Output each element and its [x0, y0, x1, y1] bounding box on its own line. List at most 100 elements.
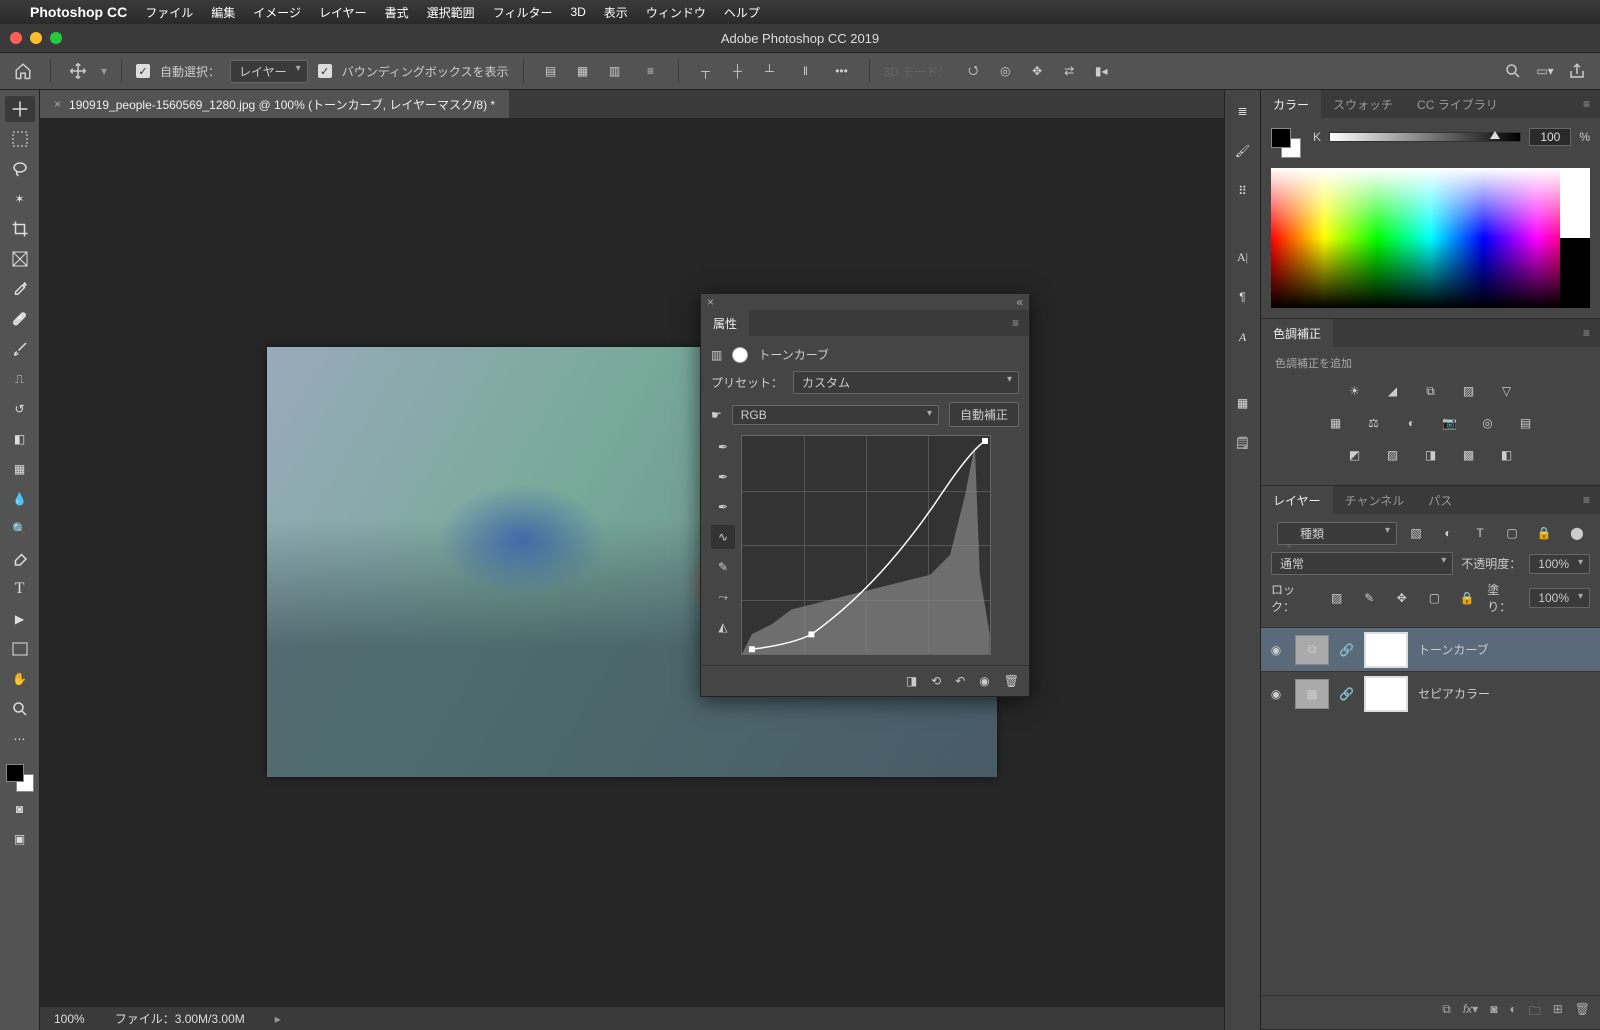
layer-filter-dropdown[interactable]: 種類 [1277, 522, 1397, 545]
lasso-tool[interactable] [5, 156, 35, 182]
eyedropper-tool[interactable] [5, 276, 35, 302]
fg-color[interactable] [1271, 128, 1291, 148]
visibility-icon[interactable]: ◉ [1267, 687, 1285, 701]
target-adjust-icon[interactable]: ☛ [711, 408, 722, 422]
type-tool[interactable]: T [5, 576, 35, 602]
character-panel-icon[interactable]: A [1228, 324, 1258, 350]
filter-smart-icon[interactable]: 🔒 [1531, 520, 1557, 546]
lock-all-icon[interactable]: 🔒 [1455, 585, 1480, 611]
new-group-icon[interactable]: 🗀 [1529, 1002, 1541, 1023]
lock-position-icon[interactable]: ✎ [1357, 585, 1382, 611]
tab-swatches[interactable]: スウォッチ [1321, 90, 1405, 118]
tab-layers[interactable]: レイヤー [1261, 486, 1333, 514]
paragraph-panel-icon[interactable]: ¶ [1228, 284, 1258, 310]
dodge-tool[interactable]: 🔍 [5, 516, 35, 542]
menu-help[interactable]: ヘルプ [724, 4, 760, 21]
selective-color-icon[interactable]: ◧ [1497, 445, 1517, 465]
link-icon[interactable]: 🔗 [1339, 687, 1354, 701]
info-panel-icon[interactable]: 🗒 [1228, 430, 1258, 456]
menu-view[interactable]: 表示 [604, 4, 628, 21]
quick-mask-icon[interactable]: ◙ [5, 796, 35, 822]
align-to-icon[interactable]: ‖ [793, 58, 819, 84]
align-middle-icon[interactable]: ┼ [725, 58, 751, 84]
brightness-icon[interactable]: ☀ [1345, 381, 1365, 401]
libraries-panel-icon[interactable]: ▦ [1228, 390, 1258, 416]
brush-tool[interactable] [5, 336, 35, 362]
close-icon[interactable]: × [707, 295, 714, 309]
layer-mask-icon[interactable]: ◙ [1490, 1002, 1497, 1023]
curve-pencil-icon[interactable]: ✎ [711, 555, 735, 579]
collapse-icon[interactable]: « [1016, 295, 1023, 309]
auto-button[interactable]: 自動補正 [949, 402, 1019, 427]
history-brush-tool[interactable]: ↺ [5, 396, 35, 422]
zoom-level[interactable]: 100% [54, 1012, 85, 1026]
status-more-icon[interactable]: ▸ [275, 1012, 281, 1026]
menu-select[interactable]: 選択範囲 [427, 4, 475, 21]
layer-row[interactable]: ◉ ⧉ 🔗 トーンカーブ [1261, 627, 1600, 671]
view-previous-icon[interactable]: ⟲ [931, 674, 941, 688]
distribute-icon[interactable]: ≡ [638, 58, 664, 84]
visibility-icon[interactable]: ◉ [979, 674, 989, 688]
layer-row[interactable]: ◉ ▦ 🔗 セピアカラー [1261, 671, 1600, 715]
curve-point-icon[interactable]: ∿ [711, 525, 735, 549]
blend-mode-dropdown[interactable]: 通常 [1271, 552, 1453, 575]
posterize-icon[interactable]: ▨ [1383, 445, 1403, 465]
rectangle-tool[interactable] [5, 636, 35, 662]
filter-shape-icon[interactable]: ▢ [1499, 520, 1525, 546]
align-top-icon[interactable]: ┬ [693, 58, 719, 84]
magic-wand-tool[interactable]: ✶ [5, 186, 35, 212]
gradient-tool[interactable]: ▦ [5, 456, 35, 482]
tab-paths[interactable]: パス [1416, 486, 1464, 514]
channel-mixer-icon[interactable]: ◎ [1478, 413, 1498, 433]
photo-filter-icon[interactable]: 📷 [1440, 413, 1460, 433]
curves-graph[interactable] [741, 435, 991, 655]
crop-tool[interactable] [5, 216, 35, 242]
zoom-tool[interactable] [5, 696, 35, 722]
menu-type[interactable]: 書式 [385, 4, 409, 21]
layer-mask-thumb[interactable] [1364, 676, 1408, 712]
brushes-panel-icon[interactable]: 🖌 [1228, 138, 1258, 164]
eyedropper-white-icon[interactable]: ✒ [711, 495, 735, 519]
new-layer-icon[interactable]: ⊞ [1553, 1002, 1563, 1023]
menu-image[interactable]: イメージ [253, 4, 301, 21]
fill-dropdown[interactable]: 100% [1529, 588, 1590, 608]
layer-fx-icon[interactable]: fx▾ [1463, 1002, 1478, 1023]
menu-layer[interactable]: レイヤー [319, 4, 367, 21]
frame-tool[interactable] [5, 246, 35, 272]
levels-icon[interactable]: ◢ [1383, 381, 1403, 401]
gradient-map-icon[interactable]: ▩ [1459, 445, 1479, 465]
blur-tool[interactable]: 💧 [5, 486, 35, 512]
align-right-icon[interactable]: ▥ [602, 58, 628, 84]
move-tool-icon[interactable] [65, 58, 91, 84]
filter-type-icon[interactable]: T [1467, 520, 1493, 546]
share-icon[interactable] [1564, 58, 1590, 84]
filter-pixel-icon[interactable]: ▧ [1403, 520, 1429, 546]
path-selection-tool[interactable]: ▶ [5, 606, 35, 632]
auto-select-checkbox[interactable]: ✓ [136, 64, 150, 78]
hue-sat-icon[interactable]: ▦ [1326, 413, 1346, 433]
menu-file[interactable]: ファイル [145, 4, 193, 21]
align-center-h-icon[interactable]: ▦ [570, 58, 596, 84]
threshold-icon[interactable]: ◨ [1421, 445, 1441, 465]
color-balance-icon[interactable]: ⚖ [1364, 413, 1384, 433]
minimize-window-button[interactable] [30, 32, 42, 44]
auto-select-dropdown[interactable]: レイヤー [230, 60, 308, 83]
move-tool[interactable] [5, 96, 35, 122]
lock-pixels-icon[interactable]: ▨ [1324, 585, 1349, 611]
layer-name[interactable]: トーンカーブ [1418, 641, 1489, 658]
zoom-window-button[interactable] [50, 32, 62, 44]
eraser-tool[interactable]: ◧ [5, 426, 35, 452]
delete-layer-icon[interactable]: 🗑 [1575, 1002, 1590, 1023]
properties-tab[interactable]: 属性 [701, 309, 749, 337]
tab-channels[interactable]: チャンネル [1333, 486, 1417, 514]
close-window-button[interactable] [10, 32, 22, 44]
link-layers-icon[interactable]: ⧉ [1442, 1002, 1451, 1023]
menu-3d[interactable]: 3D [570, 5, 585, 19]
healing-brush-tool[interactable]: 🩹 [5, 306, 35, 332]
new-adj-layer-icon[interactable]: ◐ [1509, 1002, 1516, 1023]
exposure-icon[interactable]: ▨ [1459, 381, 1479, 401]
tab-adjustments[interactable]: 色調補正 [1261, 319, 1333, 347]
eyedropper-black-icon[interactable]: ✒ [711, 435, 735, 459]
hand-tool[interactable]: ✋ [5, 666, 35, 692]
tab-color[interactable]: カラー [1261, 90, 1321, 118]
